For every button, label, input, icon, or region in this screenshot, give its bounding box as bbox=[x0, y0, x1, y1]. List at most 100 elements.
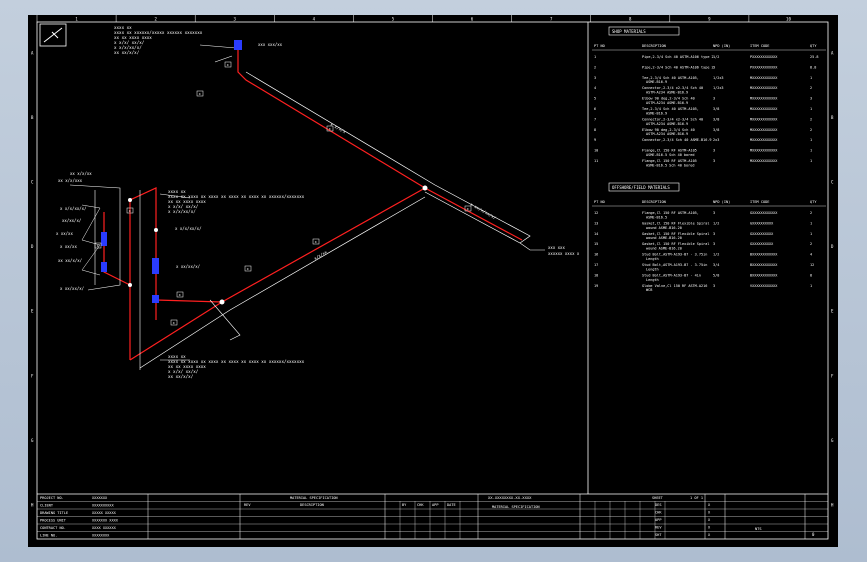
part-tag-label: x bbox=[179, 293, 181, 297]
part-tag-label: x bbox=[227, 63, 229, 67]
cell-qty: 8 bbox=[810, 273, 812, 277]
cell-desc-cont: wound ASME-B16.20 bbox=[646, 247, 682, 251]
table-title: OFFSHORE/FIELD MATERIALS bbox=[612, 185, 670, 190]
cell-code: MXXXXXXXXXXXX bbox=[750, 138, 778, 142]
cell-qty: 1 bbox=[810, 221, 812, 225]
cell-npd: 1/2 bbox=[713, 253, 719, 257]
cell-desc: Pipe,2-3/4 Sch 40 ASTM-A106 type 2 bbox=[642, 55, 714, 59]
title-field-label: CLIENT bbox=[40, 504, 54, 508]
cell-desc-cont: wound ASME-B16.20 bbox=[646, 236, 682, 240]
cell-npd: 2x3 bbox=[713, 138, 719, 142]
cell-desc: Connector,2-3/4 Sch 40 ASME-B16.9 bbox=[642, 138, 712, 142]
approval-label: APP bbox=[655, 518, 662, 522]
cell-desc: Flange,Cl 150 RF ASTM-A105 bbox=[642, 159, 697, 163]
cell-desc-cont: ASTM-A234 ASME-B16.9 bbox=[646, 101, 688, 105]
cell-qty: 25.8 bbox=[810, 55, 818, 59]
spec-header: MATERIAL SPECIFICATION bbox=[492, 505, 540, 509]
cell-pt: 13 bbox=[594, 221, 598, 225]
cell-pt: 16 bbox=[594, 253, 598, 257]
cell-desc: Stud Bolt,ASTM-A193-B7 - 3.75in bbox=[642, 253, 707, 257]
cell-code: MXXXXXXXXXXXX bbox=[750, 107, 778, 111]
fitting-node bbox=[219, 299, 225, 305]
cell-desc: Gasket,Cl 150 RF Flexible Spiral bbox=[642, 232, 709, 236]
cell-qty: 2 bbox=[810, 86, 812, 90]
revision-header: DESCRIPTION bbox=[300, 503, 324, 507]
cell-pt: 9 bbox=[594, 138, 596, 142]
cell-code: GXXXXXXXXXXXX bbox=[750, 211, 778, 215]
cell-npd: 3 bbox=[713, 242, 715, 246]
cell-pt: 11 bbox=[594, 159, 598, 163]
table-header: NPD (IN) bbox=[713, 200, 730, 204]
title-field-value: XXXXXXX XXXX bbox=[92, 519, 119, 523]
sheet-label: SHEET bbox=[652, 496, 664, 500]
cell-npd: 3 bbox=[713, 149, 715, 153]
cell-qty: 2 bbox=[810, 211, 812, 215]
title-field-value: XXXXX XXXXX bbox=[92, 511, 117, 515]
cell-qty: 1 bbox=[810, 232, 812, 236]
cell-qty: 1 bbox=[810, 159, 812, 163]
cell-npd: 3/8 bbox=[713, 107, 719, 111]
cell-desc-cont: ASME-B16.5 Sch 40 bored bbox=[646, 153, 694, 157]
cell-qty: 3 bbox=[810, 97, 812, 101]
cell-code: MXXXXXXXXXXXX bbox=[750, 159, 778, 163]
cell-pt: 6 bbox=[594, 107, 596, 111]
part-tag-label: x bbox=[129, 209, 131, 213]
fitting-node bbox=[154, 228, 158, 232]
spec-header: MATERIAL SPECIFICATION bbox=[290, 496, 338, 500]
table-header: PT NO bbox=[594, 200, 605, 204]
title-field-value: XXXXXXXX bbox=[92, 534, 110, 538]
table-title: SHOP MATERIALS bbox=[612, 29, 646, 34]
cell-npd: 3 bbox=[713, 97, 715, 101]
weld-marker bbox=[152, 295, 159, 303]
cell-desc-cont: ASME-B16.5 bbox=[646, 215, 667, 219]
part-tag-label: x bbox=[315, 240, 317, 244]
cell-desc: Connector,2-3/4 x2-3/4 Sch 40 bbox=[642, 117, 703, 121]
cell-desc: Tee,2-3/4 Sch 40 ASTM-A105, bbox=[642, 76, 699, 80]
fitting-node bbox=[128, 283, 132, 287]
left-tag: x xx/xx bbox=[60, 244, 77, 249]
weld-marker bbox=[101, 262, 107, 272]
left-tag: x xx/xx/x/ bbox=[60, 286, 85, 291]
part-tag-label: x bbox=[467, 207, 469, 211]
cell-desc-cont: ASME-B16.9 bbox=[646, 111, 667, 115]
cell-code: MXXXXXXXXXXXX bbox=[750, 149, 778, 153]
cell-pt: 14 bbox=[594, 232, 598, 236]
title-field-label: CONTRACT NO. bbox=[40, 526, 66, 530]
cell-npd: 1/2 bbox=[713, 55, 719, 59]
weld-marker bbox=[101, 232, 107, 246]
note-line: xx xx/x/x/ bbox=[168, 374, 194, 379]
weld-marker bbox=[234, 40, 242, 50]
isometric-drawing-sheet: 1 2 3 4 5 6 7 8 9 10A AB BC CD DE EF FG GH H bbox=[28, 15, 838, 547]
tag-top: xxx xxx/xx bbox=[258, 42, 283, 47]
cell-code: GXXXXXXXXXX bbox=[750, 221, 774, 225]
dimension-text: x x/x/xx/x/ bbox=[175, 226, 202, 231]
tag-right: xxx xxx bbox=[548, 245, 565, 250]
part-tag-label: x bbox=[247, 267, 249, 271]
approval-label: DES bbox=[655, 503, 662, 507]
dimension-text: x xx/xx/x/ bbox=[176, 264, 201, 269]
tag-right-sub: xxxxxx xxxx x bbox=[548, 251, 580, 256]
cell-qty: 2 bbox=[810, 242, 812, 246]
cell-qty: 1 bbox=[810, 138, 812, 142]
cell-desc: Tee,2-3/4 Sch 40 ASTM-A105, bbox=[642, 107, 699, 111]
table-header: QTY bbox=[810, 44, 817, 48]
table-header: DESCRIPTION bbox=[642, 44, 666, 48]
cell-qty: 1 bbox=[810, 149, 812, 153]
cell-pt: 17 bbox=[594, 263, 598, 267]
cell-npd: 3/8 bbox=[713, 117, 719, 121]
revision-header: REV bbox=[244, 503, 251, 507]
drawing-number: XX-XXXXXXXX-XX-XXXX bbox=[488, 495, 532, 500]
left-tag: xx/xx/x/ bbox=[62, 218, 82, 223]
cell-npd: 1/2 bbox=[713, 221, 719, 225]
cell-npd: 1/2x3 bbox=[713, 86, 724, 90]
cell-desc-cont: ASTM-A234 ASME-B16.9 bbox=[646, 122, 688, 126]
cell-code: BXXXXXXXXXXXX bbox=[750, 273, 778, 277]
title-field-label: DRAWING TITLE bbox=[40, 511, 68, 515]
table-header: ITEM CODE bbox=[750, 44, 769, 48]
cell-code: BXXXXXXXXXXXX bbox=[750, 253, 778, 257]
revision-header: APP bbox=[432, 503, 439, 507]
cell-desc: Globe Valve,Cl 150 RF ASTM-A216 bbox=[642, 284, 707, 288]
note-line: x x/x/xx/x/ bbox=[168, 209, 196, 214]
cell-desc-cont: ASTM-A234 ASME-B16.9 bbox=[646, 91, 688, 95]
cell-npd: 1/2x3 bbox=[713, 76, 724, 80]
